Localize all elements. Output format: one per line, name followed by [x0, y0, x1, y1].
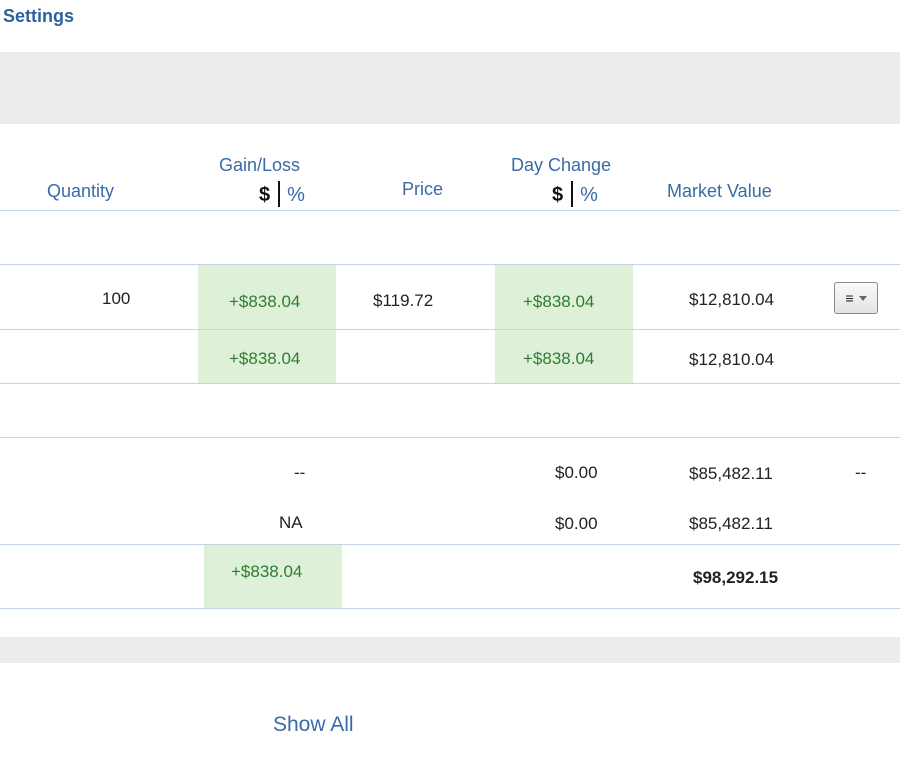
position-price: $119.72: [373, 291, 434, 310]
toggle-divider: [278, 181, 281, 207]
column-header-quantity[interactable]: Quantity: [47, 181, 114, 202]
row-divider: [0, 264, 900, 265]
table-bottom-divider: [0, 608, 900, 609]
day-change-percent-toggle[interactable]: %: [580, 184, 598, 206]
position-gain-loss: +$838.04: [229, 292, 301, 311]
header-divider: [0, 210, 900, 211]
cash-gain-loss: --: [294, 463, 306, 482]
row-divider: [0, 544, 900, 545]
settings-link[interactable]: Settings: [3, 6, 74, 27]
gain-loss-dollar-toggle[interactable]: $: [259, 184, 270, 206]
gain-loss-percent-toggle[interactable]: %: [287, 184, 305, 206]
day-change-unit-toggle: $%: [552, 181, 598, 207]
column-header-market-value[interactable]: Market Value: [667, 181, 772, 202]
chevron-down-icon: [858, 295, 867, 301]
subtotal-market-value: $12,810.04: [689, 350, 775, 369]
cash-total-market-value: $85,482.11: [689, 514, 773, 533]
cash-total-day-change: $0.00: [555, 514, 598, 533]
row-divider: [0, 383, 900, 384]
position-market-value: $12,810.04: [689, 290, 775, 309]
row-actions-menu-button[interactable]: ≡: [834, 282, 878, 314]
toggle-divider: [571, 181, 574, 207]
subtotal-gain-loss: +$838.04: [229, 349, 301, 368]
column-header-gain-loss[interactable]: Gain/Loss: [219, 155, 300, 176]
footer-band: [0, 637, 900, 663]
show-all-link[interactable]: Show All: [273, 713, 354, 737]
column-header-price[interactable]: Price: [402, 179, 443, 200]
cash-market-value: $85,482.11: [689, 464, 773, 483]
subtotal-day-change: +$838.04: [523, 349, 595, 368]
day-change-dollar-toggle[interactable]: $: [552, 184, 563, 206]
cash-total-gain-loss: NA: [279, 513, 303, 532]
position-day-change: +$838.04: [523, 292, 595, 311]
toolbar-band: [0, 52, 900, 124]
row-divider: [0, 329, 900, 330]
total-market-value: $98,292.15: [693, 568, 779, 587]
position-quantity: 100: [102, 289, 131, 308]
hamburger-menu-icon: ≡: [845, 290, 854, 306]
column-header-day-change[interactable]: Day Change: [511, 155, 611, 176]
cash-action-placeholder: --: [855, 463, 867, 482]
row-divider: [0, 437, 900, 438]
cash-day-change: $0.00: [555, 463, 598, 482]
total-gain-loss: +$838.04: [231, 562, 303, 581]
gain-loss-unit-toggle: $%: [259, 181, 305, 207]
